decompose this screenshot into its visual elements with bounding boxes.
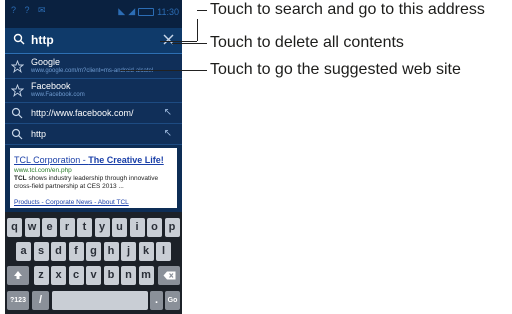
wifi-icon: ◣ (118, 6, 126, 16)
callout-delete-contents: Touch to delete all contents (210, 34, 404, 51)
suggestion-url: www.google.com/m?client=ms-android-alcat… (31, 68, 154, 74)
key-x[interactable]: x (51, 266, 66, 285)
key-y[interactable]: y (94, 218, 110, 237)
web-result-card: TCL Corporation - The Creative Life! www… (10, 148, 177, 208)
battery-icon (138, 7, 155, 16)
key-l[interactable]: l (156, 242, 171, 261)
status-bar: ? ? ✉ ◣ ◢ 11:30 (5, 0, 182, 28)
key-z[interactable]: z (33, 266, 49, 285)
key-n[interactable]: n (121, 266, 136, 285)
keyboard: q w e r t y u i o p a s d f g h j k l z … (5, 212, 182, 314)
suggestion-title: Facebook (31, 81, 71, 91)
callout-connector-search-vertical (197, 19, 198, 41)
key-r[interactable]: r (59, 218, 75, 237)
key-i[interactable]: i (129, 218, 145, 237)
key-f[interactable]: f (68, 242, 84, 261)
key-o[interactable]: o (147, 218, 162, 237)
search-icon[interactable] (13, 33, 25, 45)
period-key[interactable]: . (150, 291, 163, 310)
desc-brand: TCL (14, 175, 27, 182)
suggestion-item-http[interactable]: http ↖ (5, 124, 182, 145)
arrow-up-left-icon[interactable]: ↖ (164, 107, 172, 118)
search-bar[interactable]: http (5, 28, 182, 54)
search-icon (11, 107, 23, 119)
signal-icon: ◢ (128, 6, 136, 16)
callout-line-suggested (120, 70, 207, 71)
status-time: 11:30 (157, 6, 179, 17)
search-icon (11, 128, 23, 140)
key-d[interactable]: d (51, 242, 66, 261)
key-b[interactable]: b (103, 266, 119, 285)
backspace-icon (163, 271, 175, 280)
callout-line-search (197, 10, 207, 11)
key-s[interactable]: s (33, 242, 49, 261)
key-u[interactable]: u (112, 218, 127, 237)
callout-search-go: Touch to search and go to this address (210, 1, 485, 18)
suggestion-item-facebook-url[interactable]: http://www.facebook.com/ ↖ (5, 103, 182, 124)
title-bold: The Creative Life! (88, 155, 164, 165)
key-e[interactable]: e (42, 218, 57, 237)
go-key[interactable]: Go (165, 291, 180, 310)
desc-rest: shows industry leadership through innova… (14, 175, 159, 190)
suggestion-title: http (31, 129, 47, 139)
key-m[interactable]: m (138, 266, 154, 285)
key-g[interactable]: g (86, 242, 101, 261)
suggestion-title: Google (31, 57, 61, 67)
key-q[interactable]: q (7, 218, 22, 237)
result-title-link[interactable]: TCL Corporation - The Creative Life! (14, 155, 164, 165)
callout-pointer-search-go (160, 41, 197, 42)
status-notification-icons: ? ? ✉ (11, 5, 49, 15)
key-w[interactable]: w (24, 218, 40, 237)
key-t[interactable]: t (77, 218, 92, 237)
suggestion-item-google[interactable]: Google www.google.com/m?client=ms-androi… (5, 55, 182, 79)
slash-key[interactable]: / (32, 291, 49, 310)
space-key[interactable] (52, 291, 148, 310)
star-icon (11, 84, 24, 97)
key-a[interactable]: a (16, 242, 31, 261)
key-h[interactable]: h (103, 242, 119, 261)
status-right: ◣ ◢ 11:30 (118, 6, 179, 17)
phone-screen: ? ? ✉ ◣ ◢ 11:30 http Google www.google.c… (5, 0, 182, 314)
callout-suggested-site: Touch to go the suggested web site (210, 61, 461, 78)
arrow-up-left-icon[interactable]: ↖ (164, 128, 172, 139)
symbols-key[interactable]: ?123 (7, 291, 29, 310)
title-rest: Corporation - (30, 155, 89, 165)
search-input[interactable]: http (31, 33, 54, 47)
key-k[interactable]: k (138, 242, 154, 261)
title-brand: TCL (14, 155, 31, 165)
result-url: www.tcl.com/en.php (14, 167, 72, 174)
shift-icon (14, 271, 22, 279)
suggestion-item-facebook[interactable]: Facebook www.Facebook.com (5, 79, 182, 103)
key-p[interactable]: p (164, 218, 180, 237)
backspace-key[interactable] (158, 266, 180, 285)
key-c[interactable]: c (68, 266, 84, 285)
suggestion-url: www.Facebook.com (31, 92, 85, 98)
shift-key[interactable] (7, 266, 29, 285)
key-v[interactable]: v (86, 266, 101, 285)
result-sitelinks[interactable]: Products - Corporate News - About TCL (14, 199, 129, 206)
result-description: TCL shows industry leadership through in… (14, 175, 174, 191)
callout-line-delete (172, 43, 207, 44)
key-j[interactable]: j (121, 242, 136, 261)
suggestion-title: http://www.facebook.com/ (31, 108, 134, 118)
star-icon (11, 60, 24, 73)
